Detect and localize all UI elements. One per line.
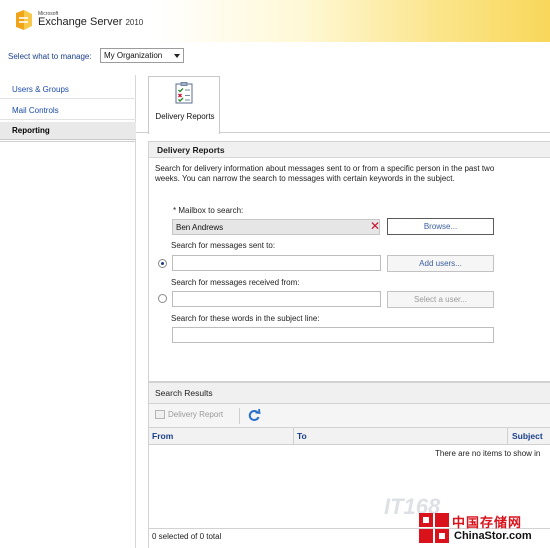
sidebar-item-label: Mail Controls [12, 106, 59, 115]
empty-results-text: There are no items to show in [435, 449, 541, 458]
organization-select-value: My Organization [104, 51, 163, 60]
mailbox-value: Ben Andrews [176, 223, 224, 232]
chevron-down-icon [174, 54, 180, 58]
manage-label: Select what to manage: [8, 52, 92, 61]
column-header-to[interactable]: To [297, 431, 307, 441]
tab-label: Delivery Reports [155, 112, 215, 121]
delivery-reports-icon [175, 82, 193, 104]
watermark: 中国存储网 ChinaStor.com [418, 510, 550, 548]
received-from-input[interactable] [172, 291, 381, 307]
sent-to-label: Search for messages sent to: [171, 241, 276, 250]
sidebar-item-label: Reporting [12, 126, 50, 135]
tab-strip: Delivery Reports [136, 76, 550, 134]
product-title: Exchange Server 2010 [38, 16, 143, 28]
subject-input[interactable] [172, 327, 494, 343]
select-user-button[interactable]: Select a user... [387, 291, 494, 308]
browse-button[interactable]: Browse... [387, 218, 494, 235]
sidebar-empty-area [0, 141, 135, 548]
add-users-button[interactable]: Add users... [387, 255, 494, 272]
watermark-brand: 中国存储网 [452, 515, 523, 530]
toolbar-divider [239, 408, 240, 424]
organization-select[interactable]: My Organization [100, 48, 184, 63]
sidebar-item-users-groups[interactable]: Users & Groups [0, 81, 136, 99]
product-version: 2010 [125, 18, 144, 27]
mailbox-field[interactable]: Ben Andrews [172, 219, 380, 235]
delivery-report-button[interactable]: Delivery Report [155, 410, 224, 420]
results-grid-header: From To Subject [148, 428, 550, 445]
search-results-header: Search Results [148, 382, 550, 404]
product-name: Exchange Server [38, 16, 123, 28]
column-header-from[interactable]: From [152, 431, 173, 441]
report-icon [155, 410, 165, 420]
sent-to-radio[interactable] [158, 259, 167, 268]
watermark-site: ChinaStor.com [454, 530, 532, 542]
delivery-reports-panel: Delivery Reports Search for delivery inf… [148, 141, 550, 382]
radio-selected-dot [161, 262, 164, 265]
subject-label: Search for these words in the subject li… [171, 314, 320, 323]
refresh-icon[interactable] [247, 408, 261, 422]
sidebar-item-mail-controls[interactable]: Mail Controls [0, 102, 136, 120]
column-divider [293, 428, 294, 445]
exchange-logo-icon [16, 10, 32, 30]
watermark-logo-icon [419, 513, 449, 543]
column-divider [507, 428, 508, 445]
panel-title: Delivery Reports [149, 142, 550, 158]
received-from-label: Search for messages received from: [171, 278, 300, 287]
panel-description: Search for delivery information about me… [155, 164, 495, 183]
clear-x-icon[interactable]: ✕ [370, 219, 380, 233]
tab-delivery-reports[interactable]: Delivery Reports [148, 76, 220, 134]
delivery-report-label: Delivery Report [168, 410, 224, 419]
received-from-radio[interactable] [158, 294, 167, 303]
mailbox-label: * Mailbox to search: [173, 206, 244, 215]
sidebar-item-label: Users & Groups [12, 85, 69, 94]
sidebar-item-reporting[interactable]: Reporting [0, 122, 136, 140]
sent-to-input[interactable] [172, 255, 381, 271]
sidebar: Users & Groups Mail Controls Reporting [0, 75, 136, 548]
results-toolbar: Delivery Report [148, 404, 550, 428]
column-header-subject[interactable]: Subject [512, 431, 543, 441]
